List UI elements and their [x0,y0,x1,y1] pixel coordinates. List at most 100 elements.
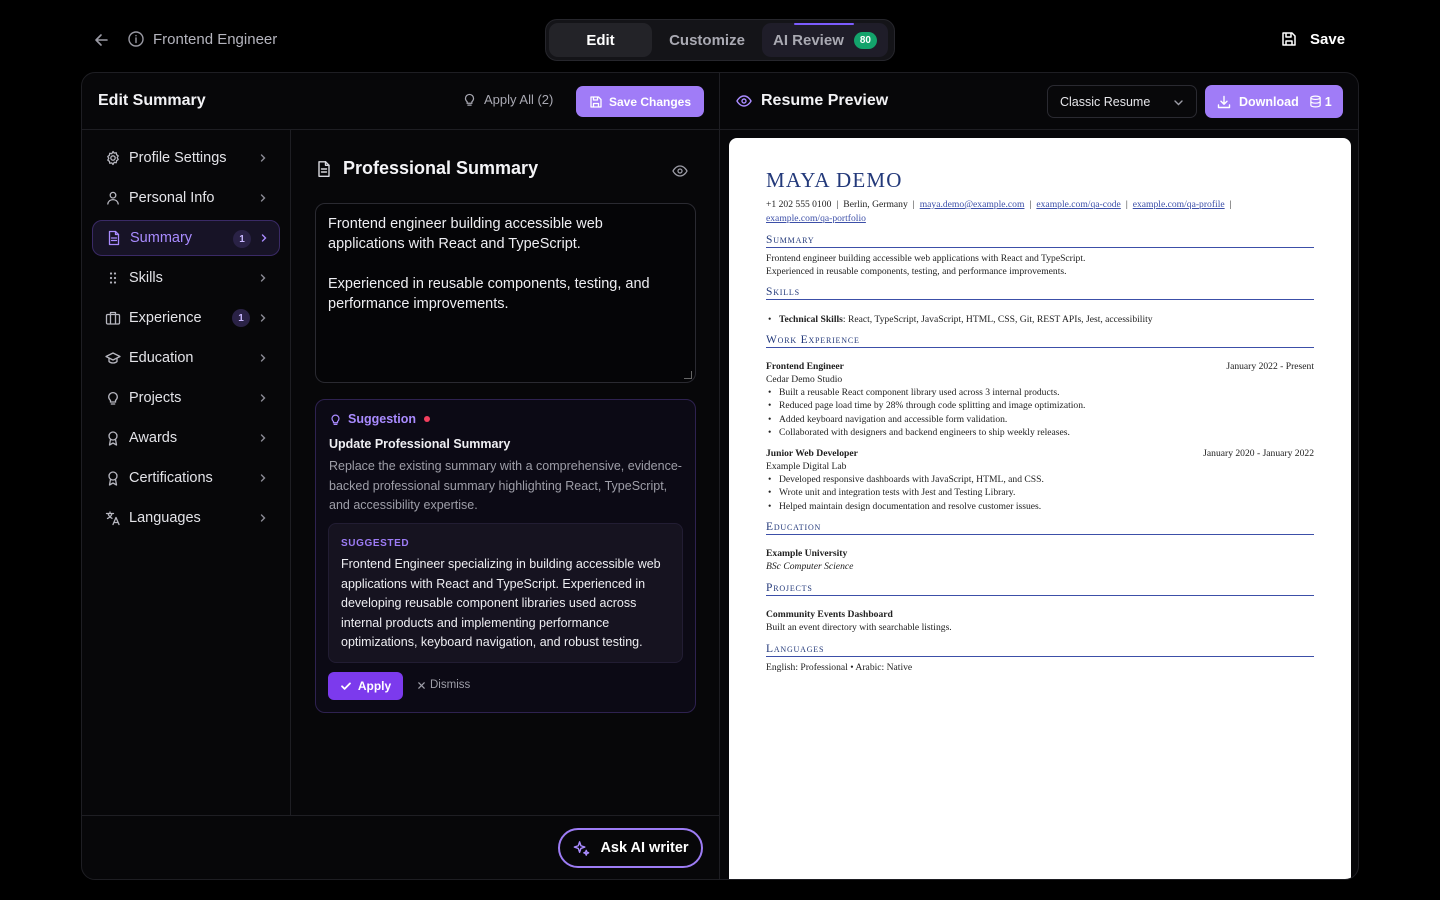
resume-job-title: Frontend Engineer [766,361,844,372]
sidebar-item-awards[interactable]: Awards [92,420,280,456]
edit-panel-title: Edit Summary [98,92,206,109]
resume-summary-line: Experienced in reusable components, test… [766,266,1067,278]
briefcase-icon [105,310,121,326]
resume-name: MAYA DEMO [766,168,903,192]
database-icon [1309,95,1322,108]
credits-indicator: 1 [1309,95,1332,109]
sidebar-item-label: Languages [129,510,201,526]
sidebar-item-label: Personal Info [129,190,215,206]
resume-project-name: Community Events Dashboard [766,609,893,620]
sidebar-item-projects[interactable]: Projects [92,380,280,416]
apply-label: Apply [357,679,392,693]
suggested-label: SUGGESTED [341,538,410,549]
summary-textarea[interactable]: Frontend engineer building accessible we… [315,203,696,383]
lightbulb-icon [462,92,477,107]
apply-button[interactable]: Apply [328,672,403,700]
sidebar-item-personal-info[interactable]: Personal Info [92,180,280,216]
resume-summary-line: Frontend engineer building accessible we… [766,253,1086,264]
resume-portfolio-link[interactable]: example.com/qa-portfolio [766,213,866,224]
sidebar-item-skills[interactable]: Skills [92,260,280,296]
user-icon [105,190,121,206]
resume-job-body: Cedar Demo Studio Built a reusable React… [766,373,1314,439]
suggestion-header-label: Suggestion [348,412,417,426]
resume-summary: Frontend engineer building accessible we… [766,252,1314,278]
document-icon [315,160,333,178]
save-icon [589,95,603,109]
chevron-right-icon [258,433,268,443]
preview-title-wrap: Resume Preview [736,92,888,110]
sidebar-item-certifications[interactable]: Certifications [92,460,280,496]
check-icon [340,680,352,692]
resume-title[interactable]: Frontend Engineer [127,30,277,48]
save-label: Save [1310,30,1346,48]
download-button[interactable]: Download 1 [1205,85,1343,118]
resume-job-header: Junior Web Developer January 2020 - Janu… [766,447,1314,460]
edit-panel-header: Edit Summary Apply All (2) Save Changes [82,73,719,130]
lightbulb-icon [329,413,342,426]
resume-job-company: Cedar Demo Studio [766,374,843,385]
resume-profile-link[interactable]: example.com/qa-profile [1133,199,1225,210]
resume-job-title: Junior Web Developer [766,448,858,459]
resize-handle[interactable] [684,371,692,379]
close-icon [417,681,426,690]
tab-customize[interactable]: Customize [654,23,760,57]
tab-edit[interactable]: Edit [549,23,652,57]
suggestion-card: Suggestion Update Professional Summary R… [315,399,696,713]
suggestion-header: Suggestion [329,412,431,426]
sidebar-item-experience[interactable]: Experience 1 [92,300,280,336]
sidebar-item-label: Projects [129,390,182,406]
chevron-right-icon [258,473,268,483]
chevron-right-icon [258,153,268,163]
save-button[interactable]: Save [1280,30,1345,48]
ask-ai-writer-button[interactable]: Ask AI writer [558,828,703,868]
mode-tabs: Edit Customize AI Review 80 [545,19,895,61]
template-select[interactable]: Classic Resume [1047,85,1197,118]
download-label: Download [1239,94,1299,109]
resume-paper: MAYA DEMO +1 202 555 0100 | Berlin, German… [729,138,1351,879]
resume-email-link[interactable]: maya.demo@example.com [920,199,1025,210]
chevron-right-icon [258,313,268,323]
sidebar-item-languages[interactable]: Languages [92,500,280,536]
top-bar: Frontend Engineer Edit Customize AI Revi… [0,0,1440,80]
sparkle-icon [572,839,591,858]
preview-header: Resume Preview Classic Resume Download 1 [720,73,1358,130]
resume-job-dates: January 2020 - January 2022 [1203,448,1314,459]
resume-skills: Technical Skills: React, TypeScript, Jav… [766,313,1314,326]
resume-location: Berlin, Germany [843,199,908,210]
resume-education: Example University BSc Computer Science [766,547,1314,573]
section-header: Professional Summary [315,158,538,179]
suggestion-description: Replace the existing summary with a comp… [329,459,682,512]
save-changes-button[interactable]: Save Changes [576,86,704,117]
resume-skills-label: Technical Skills [779,314,843,325]
apply-all-label: Apply All (2) [484,92,554,107]
resume-section-heading: Projects [766,582,1314,596]
resume-section-heading: Education [766,521,1314,535]
sidebar-item-label: Certifications [129,470,213,486]
preview-title: Resume Preview [761,92,889,109]
apply-all-button[interactable]: Apply All (2) [462,92,553,107]
resume-projects: Community Events Dashboard Built an even… [766,608,1314,634]
sidebar-item-education[interactable]: Education [92,340,280,376]
sidebar-item-label: Summary [130,230,193,246]
credits-count: 1 [1324,94,1332,109]
sidebar-item-label: Experience [129,310,202,326]
resume-project-desc: Built an event directory with searchable… [766,622,952,634]
translate-icon [105,510,121,526]
resume-job-dates: January 2022 - Present [1226,361,1314,372]
sidebar-item-profile-settings[interactable]: Profile Settings [92,140,280,176]
document-icon [106,230,122,246]
dismiss-button[interactable]: Dismiss [417,679,470,691]
resume-section-heading: Work Experience [766,334,1314,348]
ai-score-badge: 80 [853,31,877,49]
eye-icon[interactable] [672,163,688,179]
tab-ai-review[interactable]: AI Review 80 [762,23,888,57]
resume-code-link[interactable]: example.com/qa-code [1036,199,1120,210]
save-changes-label: Save Changes [608,94,692,109]
back-arrow-icon[interactable] [92,30,112,50]
sidebar-item-label: Education [129,350,194,366]
info-icon [127,30,145,48]
eye-icon [736,93,752,109]
sidebar-item-summary[interactable]: Summary 1 [92,220,280,256]
resume-job-body: Example Digital Lab Developed responsive… [766,460,1314,513]
suggestion-count-badge: 1 [233,230,251,248]
